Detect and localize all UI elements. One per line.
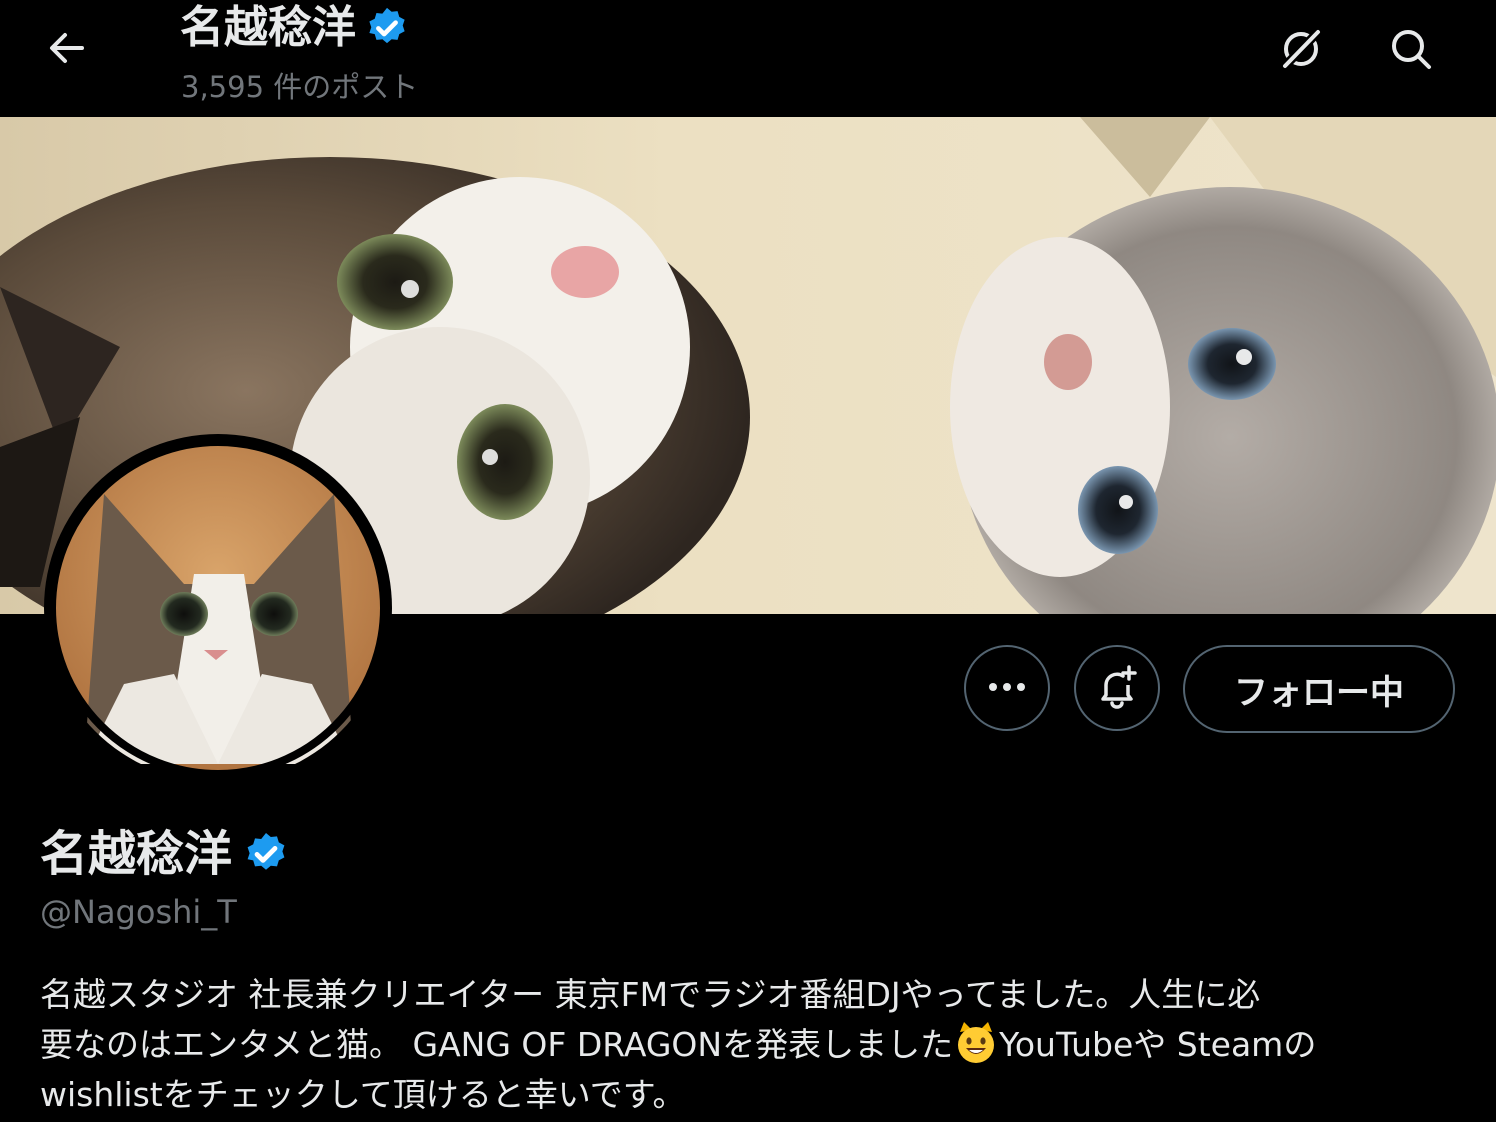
post-count: 3,595 件のポスト — [181, 70, 419, 104]
profile-bio: 名越スタジオ 社長兼クリエイター 東京FMでラジオ番組DJやってました。人生に必… — [40, 970, 1460, 1120]
profile-name: 名越稔洋 — [40, 826, 233, 882]
top-bar: 名越稔洋 3,595 件のポスト — [0, 0, 1496, 117]
more-button[interactable] — [964, 645, 1050, 731]
bio-line: 名越スタジオ 社長兼クリエイター 東京FMでラジオ番組DJやってました。人生に必 — [40, 975, 1261, 1014]
bio-text: 要なのはエンタメと猫。 GANG OF DRAGONを発表しました — [40, 1025, 954, 1064]
search-icon — [1388, 26, 1434, 76]
verified-badge-icon — [364, 5, 410, 51]
notification-button[interactable] — [1074, 645, 1160, 731]
avatar-cat-photo — [48, 438, 388, 778]
avatar[interactable] — [44, 434, 392, 782]
more-dots-icon — [985, 679, 1029, 698]
profile-handle: @Nagoshi_T — [40, 893, 237, 931]
notification-bell-icon — [1094, 663, 1140, 713]
search-button[interactable] — [1386, 26, 1436, 76]
grok-icon — [1278, 26, 1324, 76]
profile-name-row: 名越稔洋 — [40, 824, 290, 884]
bio-line: wishlistをチェックして頂けると幸いです。 — [40, 1075, 686, 1114]
following-button[interactable]: フォロー中 — [1183, 645, 1455, 733]
header-title: 名越稔洋 — [180, 2, 410, 54]
back-arrow-icon — [44, 26, 88, 74]
bio-text: YouTubeや Steamの — [999, 1025, 1317, 1064]
verified-badge-icon — [242, 830, 290, 878]
bio-line: 要なのはエンタメと猫。 GANG OF DRAGONを発表しました YouTube… — [40, 1020, 1460, 1070]
grinning-cat-emoji-icon — [954, 1020, 998, 1064]
grok-button[interactable] — [1276, 26, 1326, 76]
header-profile-name: 名越稔洋 — [180, 2, 356, 53]
back-button[interactable] — [36, 22, 96, 78]
